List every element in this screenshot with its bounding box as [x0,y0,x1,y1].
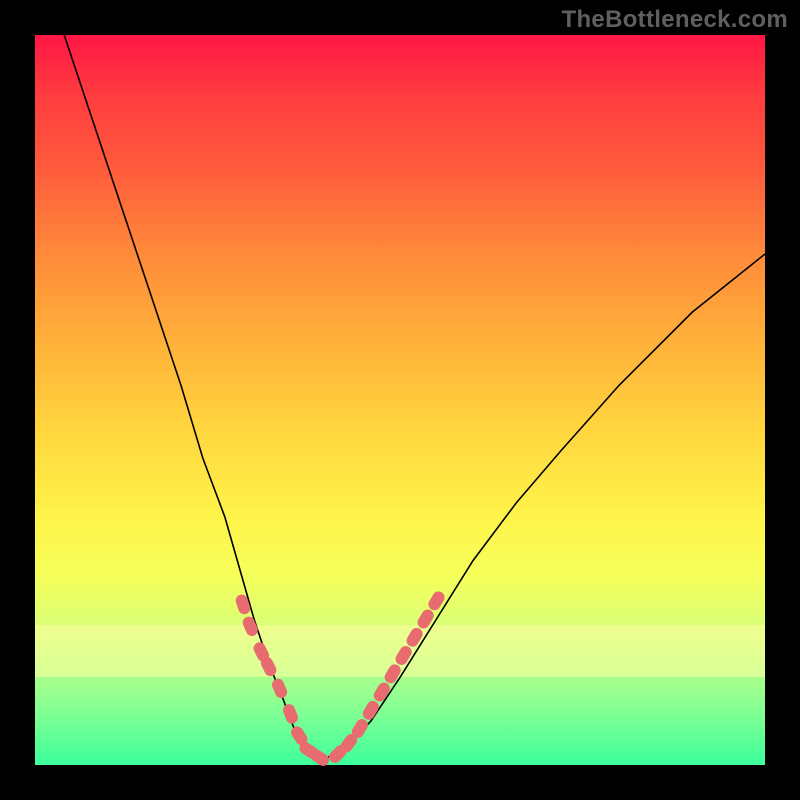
watermark-text: TheBottleneck.com [562,6,788,34]
highlight-pill [234,593,252,616]
highlight-pill [382,662,403,685]
highlight-pill [404,626,425,649]
highlight-pills-left [234,593,331,768]
highlight-pill [281,702,300,725]
highlight-pill [372,680,393,703]
highlight-pill [415,607,436,630]
bottleneck-curve [64,35,765,758]
highlight-pill [393,644,414,667]
highlight-pill [270,677,289,700]
plot-area [35,35,765,765]
highlight-pills-right [327,589,447,765]
chart-frame: TheBottleneck.com [0,0,800,800]
chart-svg [35,35,765,765]
